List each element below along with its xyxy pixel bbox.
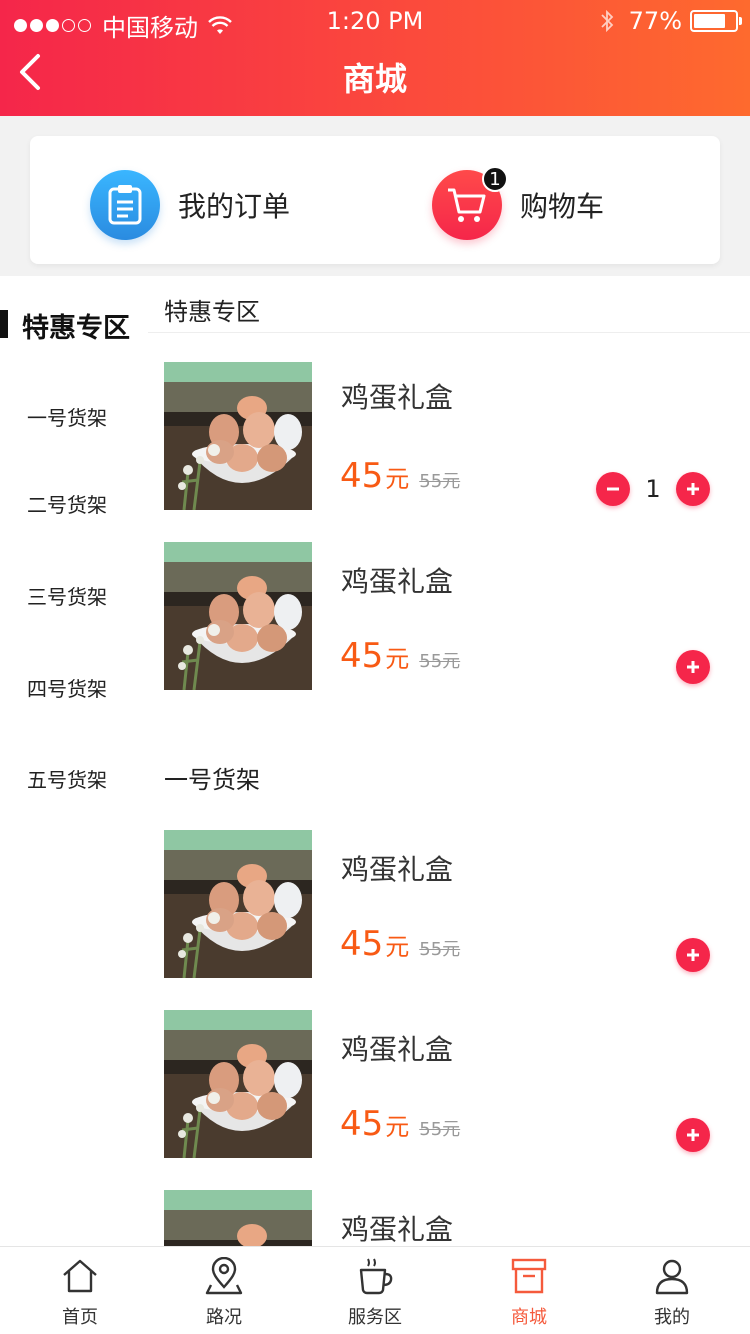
product-image [164,1010,312,1158]
product-name: 鸡蛋礼盒 [341,565,454,598]
add-to-cart-button[interactable] [676,650,710,684]
price-value: 45 [340,924,384,964]
plus-icon [687,483,699,495]
my-orders-button[interactable]: 我的订单 [90,170,290,240]
sidebar-item-shelf-5[interactable]: 五号货架 [0,764,148,794]
tab-label: 服务区 [348,1307,402,1328]
quantity-stepper: 1 [596,472,710,506]
bottom-tab-bar: 首页 路况 服务区 商城 我的 [0,1246,750,1334]
section-title: 特惠专区 [164,298,260,326]
coffee-cup-icon [359,1258,393,1295]
product-list: 特惠专区 鸡蛋礼盒 45 元 55元 1 鸡蛋礼盒 45 元 55元 一号货架 … [148,276,750,1246]
cart-badge: 1 [482,166,508,192]
section-title: 一号货架 [164,766,260,794]
product-item[interactable]: 鸡蛋礼盒 45 元 55元 1 [164,362,750,510]
original-price: 55元 [419,1119,461,1140]
product-item[interactable]: 鸡蛋礼盒 [164,1190,750,1246]
price-value: 45 [340,1104,384,1144]
product-name: 鸡蛋礼盒 [341,381,454,414]
battery-icon [690,10,742,32]
sidebar-item-label: 一号货架 [27,406,107,430]
product-name: 鸡蛋礼盒 [341,1033,454,1066]
add-to-cart-button[interactable] [676,938,710,972]
page-title: 商城 [342,60,407,98]
decrease-button[interactable] [596,472,630,506]
category-sidebar: 特惠专区 一号货架 二号货架 三号货架 四号货架 五号货架 [0,276,148,1246]
tab-label: 商城 [511,1307,547,1328]
product-price: 45 元 55元 [340,636,460,676]
sidebar-item-label: 二号货架 [27,493,107,517]
quick-actions-card: 我的订单 1 购物车 [30,136,720,264]
sidebar-item-shelf-2[interactable]: 二号货架 [0,489,148,519]
clipboard-icon [90,170,160,240]
battery-percent: 77% [628,7,682,35]
plus-icon [687,949,699,961]
product-price: 45 元 55元 [340,456,460,496]
cart-button[interactable]: 1 购物车 [432,166,605,240]
tab-store[interactable]: 商城 [454,1247,604,1334]
bluetooth-icon [601,9,613,33]
tab-mine[interactable]: 我的 [597,1247,747,1334]
add-to-cart-button[interactable] [676,1118,710,1152]
tab-home[interactable]: 首页 [5,1247,155,1334]
my-orders-label: 我的订单 [178,190,291,223]
user-icon [655,1259,689,1295]
increase-button[interactable] [676,472,710,506]
tab-service-area[interactable]: 服务区 [300,1247,450,1334]
original-price: 55元 [419,651,461,672]
location-pin-icon [205,1257,243,1295]
store-box-icon [511,1258,547,1294]
product-item[interactable]: 鸡蛋礼盒 45 元 55元 [164,542,750,690]
home-icon [63,1259,97,1293]
sidebar-item-shelf-4[interactable]: 四号货架 [0,673,148,703]
plus-icon [687,661,699,673]
price-unit: 元 [385,933,410,961]
price-unit: 元 [385,465,410,493]
product-name: 鸡蛋礼盒 [341,853,454,886]
product-item[interactable]: 鸡蛋礼盒 45 元 55元 [164,830,750,978]
product-image [164,1190,312,1246]
status-bar: 中国移动 1:20 PM 77% [0,0,750,42]
cart-label: 购物车 [520,190,605,223]
sidebar-item-label: 五号货架 [27,768,107,792]
header: 中国移动 1:20 PM 77% 商城 [0,0,750,116]
original-price: 55元 [419,939,461,960]
product-price: 45 元 55元 [340,924,460,964]
minus-icon [607,487,619,491]
quantity-value: 1 [645,475,661,503]
sidebar-item-special[interactable]: 特惠专区 [0,306,148,344]
plus-icon [687,1129,699,1141]
product-price: 45 元 55元 [340,1104,460,1144]
product-image [164,362,312,510]
cart-icon: 1 [432,166,508,240]
sidebar-item-shelf-1[interactable]: 一号货架 [0,402,148,432]
tab-traffic[interactable]: 路况 [149,1247,299,1334]
price-unit: 元 [385,645,410,673]
product-item[interactable]: 鸡蛋礼盒 45 元 55元 [164,1010,750,1158]
product-image [164,542,312,690]
main-content: 特惠专区 一号货架 二号货架 三号货架 四号货架 五号货架 特惠专区 鸡蛋礼盒 … [0,276,750,1246]
price-value: 45 [340,456,384,496]
original-price: 55元 [419,471,461,492]
price-value: 45 [340,636,384,676]
sidebar-item-label: 特惠专区 [22,313,130,344]
product-name: 鸡蛋礼盒 [341,1213,454,1246]
tab-label: 首页 [62,1307,98,1328]
tab-label: 我的 [654,1307,690,1328]
divider [148,332,750,333]
sidebar-item-shelf-3[interactable]: 三号货架 [0,581,148,611]
tab-label: 路况 [206,1307,242,1328]
sidebar-item-label: 三号货架 [27,585,107,609]
product-image [164,830,312,978]
sidebar-item-label: 四号货架 [27,677,107,701]
price-unit: 元 [385,1113,410,1141]
